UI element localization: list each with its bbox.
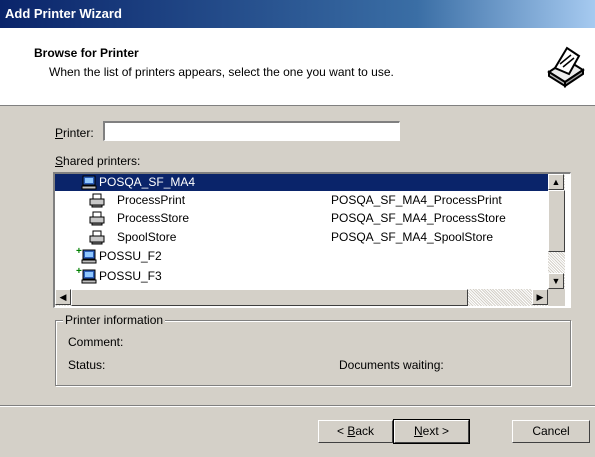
- tree-row-name: POSSU_F2: [99, 249, 162, 263]
- tree-row-name: POSQA_SF_MA4: [99, 175, 196, 189]
- page-title: Browse for Printer: [34, 46, 139, 60]
- tree-row[interactable]: ProcessStore POSQA_SF_MA4_ProcessStore: [55, 210, 548, 227]
- printer-icon: [89, 193, 105, 208]
- status-label: Status:: [68, 358, 106, 372]
- computer-icon: [81, 175, 97, 190]
- tree-row[interactable]: SpoolStore POSQA_SF_MA4_SpoolStore: [55, 229, 548, 246]
- vertical-scroll-thumb[interactable]: [548, 190, 565, 252]
- tree-row[interactable]: ProcessPrint POSQA_SF_MA4_ProcessPrint: [55, 192, 548, 209]
- scroll-left-button[interactable]: ◀: [55, 289, 71, 305]
- documents-waiting-label: Documents waiting:: [339, 358, 444, 372]
- comment-label: Comment:: [68, 335, 124, 349]
- bottom-separator: [0, 405, 595, 407]
- horizontal-scrollbar[interactable]: ◀ ▶: [55, 289, 548, 306]
- horizontal-scroll-thumb[interactable]: [71, 289, 468, 306]
- printer-information-legend: Printer information: [63, 313, 166, 327]
- tree-row-share: POSQA_SF_MA4_ProcessPrint: [331, 193, 502, 207]
- scroll-corner: [548, 289, 565, 306]
- tree-row[interactable]: POSQA_SF_MA4: [55, 174, 548, 191]
- printer-wizard-icon: [547, 46, 585, 88]
- printer-label: Printer:: [55, 126, 94, 140]
- tree-row[interactable]: + POSSU_F3: [55, 266, 548, 285]
- back-button[interactable]: < Back: [318, 420, 393, 443]
- title-bar[interactable]: Add Printer Wizard: [0, 0, 595, 28]
- shared-printers-tree[interactable]: POSQA_SF_MA4 ProcessPrint POSQA_SF_MA4_Pro…: [53, 172, 571, 308]
- vertical-scrollbar[interactable]: ▲ ▼: [548, 174, 565, 289]
- computer-icon: [81, 269, 97, 284]
- scroll-right-button[interactable]: ▶: [532, 289, 548, 305]
- tree-row-name: ProcessPrint: [117, 193, 186, 207]
- printer-icon: [89, 211, 105, 226]
- tree-row-share: POSQA_SF_MA4_ProcessStore: [331, 211, 506, 225]
- next-button[interactable]: Next >: [393, 419, 470, 444]
- computer-icon: [81, 249, 97, 264]
- scroll-up-button[interactable]: ▲: [548, 174, 564, 190]
- page-subtitle: When the list of printers appears, selec…: [49, 65, 394, 79]
- cancel-button[interactable]: Cancel: [512, 420, 590, 443]
- printer-icon: [89, 230, 105, 245]
- tree-row[interactable]: + POSSU_F2: [55, 246, 548, 265]
- shared-printers-label: Shared printers:: [55, 154, 141, 168]
- tree-row-name: POSSU_F3: [99, 269, 162, 283]
- tree-row-name: SpoolStore: [117, 230, 177, 244]
- scroll-down-button[interactable]: ▼: [548, 273, 564, 289]
- tree-row-name: ProcessStore: [117, 211, 190, 225]
- wizard-header: Browse for Printer When the list of prin…: [0, 28, 595, 106]
- window-title: Add Printer Wizard: [5, 6, 122, 21]
- tree-row-share: POSQA_SF_MA4_SpoolStore: [331, 230, 494, 244]
- printer-information-group: Printer information Comment: Status: Doc…: [55, 313, 571, 386]
- printer-name-input[interactable]: [103, 121, 400, 141]
